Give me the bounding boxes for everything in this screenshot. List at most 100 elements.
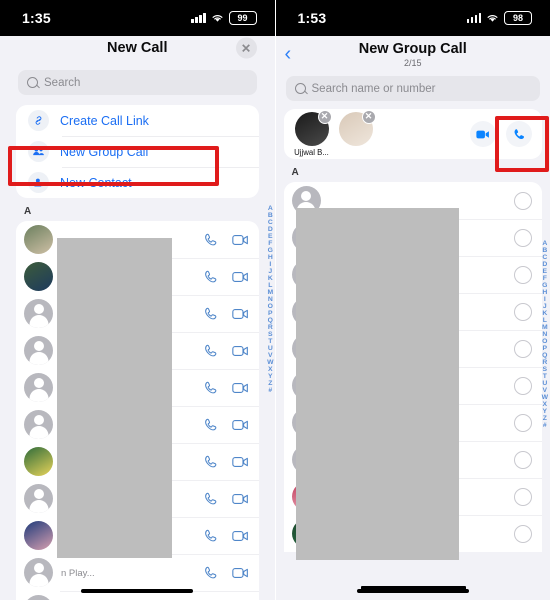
selection-checkbox[interactable] [514, 265, 532, 284]
video-camera-icon[interactable] [231, 308, 249, 320]
alphabet-index-letter[interactable]: R [268, 324, 273, 331]
alphabet-index-letter[interactable]: N [268, 296, 273, 303]
alphabet-index-letter[interactable]: J [543, 303, 547, 310]
alphabet-index-letter[interactable]: H [542, 289, 547, 296]
phone-icon[interactable] [204, 381, 218, 395]
alphabet-index-letter[interactable]: O [268, 303, 273, 310]
alphabet-index-letter[interactable]: S [268, 331, 273, 338]
alphabet-index-letter[interactable]: W [267, 359, 273, 366]
alphabet-index-letter[interactable]: P [543, 345, 548, 352]
selection-checkbox[interactable] [514, 191, 532, 210]
selection-checkbox[interactable] [514, 524, 532, 543]
alphabet-index[interactable]: A B C D E F G H I J K L M N O P Q R S T U V W X Y Z # [267, 205, 273, 394]
search-input[interactable]: Search name or number [285, 76, 540, 101]
selection-checkbox[interactable] [514, 228, 532, 247]
alphabet-index-letter[interactable]: M [267, 289, 273, 296]
alphabet-index-letter[interactable]: S [543, 366, 548, 373]
alphabet-index-letter[interactable]: K [542, 310, 547, 317]
contact-row[interactable]: n Play... [16, 554, 259, 591]
video-camera-icon[interactable] [231, 345, 249, 357]
selection-checkbox[interactable] [514, 339, 532, 358]
video-call-button[interactable] [470, 121, 496, 147]
phone-icon[interactable] [204, 233, 218, 247]
video-camera-icon[interactable] [231, 271, 249, 283]
video-camera-icon[interactable] [231, 382, 249, 394]
alphabet-index[interactable]: A B C D E F G H I J K L M N O P Q R S T U V W X Y Z # [542, 240, 548, 429]
alphabet-index-letter[interactable]: V [543, 387, 548, 394]
alphabet-index-letter[interactable]: # [268, 387, 272, 394]
alphabet-index-letter[interactable]: X [543, 401, 548, 408]
alphabet-index-letter[interactable]: A [542, 240, 547, 247]
selected-chip-list[interactable]: ✕ Ujjwal B... ✕ [293, 109, 471, 157]
alphabet-index-letter[interactable]: I [544, 296, 546, 303]
remove-chip-icon[interactable]: ✕ [317, 109, 332, 124]
alphabet-index-letter[interactable]: H [268, 254, 273, 261]
video-camera-icon[interactable] [231, 493, 249, 505]
alphabet-index-letter[interactable]: K [268, 275, 273, 282]
search-input[interactable]: Search [18, 70, 257, 95]
alphabet-index-letter[interactable]: X [268, 366, 273, 373]
alphabet-index-letter[interactable]: B [542, 247, 547, 254]
close-icon[interactable]: ✕ [235, 37, 257, 59]
alphabet-index-letter[interactable]: W [542, 394, 548, 401]
alphabet-index-letter[interactable]: Z [543, 415, 547, 422]
create-call-link-button[interactable]: Create Call Link [16, 105, 259, 136]
new-group-call-button[interactable]: New Group Call [16, 136, 259, 167]
alphabet-index-letter[interactable]: V [268, 352, 273, 359]
alphabet-index-letter[interactable]: A [268, 205, 273, 212]
alphabet-index-letter[interactable]: Y [543, 408, 548, 415]
phone-icon[interactable] [204, 418, 218, 432]
alphabet-index-letter[interactable]: Y [268, 373, 273, 380]
alphabet-index-letter[interactable]: C [542, 254, 547, 261]
selection-checkbox[interactable] [514, 302, 532, 321]
phone-icon[interactable] [204, 307, 218, 321]
alphabet-index-letter[interactable]: N [542, 331, 547, 338]
alphabet-index-letter[interactable]: P [268, 310, 273, 317]
new-contact-button[interactable]: New Contact [16, 167, 259, 198]
video-camera-icon[interactable] [231, 530, 249, 542]
alphabet-index-letter[interactable]: G [542, 282, 547, 289]
alphabet-index-letter[interactable]: Q [268, 317, 273, 324]
video-camera-icon[interactable] [231, 419, 249, 431]
selection-checkbox[interactable] [514, 450, 532, 469]
alphabet-index-letter[interactable]: E [543, 268, 548, 275]
alphabet-index-letter[interactable]: Q [542, 352, 547, 359]
alphabet-index-letter[interactable]: T [543, 373, 547, 380]
alphabet-index-letter[interactable]: G [268, 247, 273, 254]
alphabet-index-letter[interactable]: O [542, 338, 547, 345]
selection-checkbox[interactable] [514, 487, 532, 506]
voice-call-button[interactable] [506, 121, 532, 147]
alphabet-index-letter[interactable]: F [543, 275, 547, 282]
alphabet-index-letter[interactable]: T [268, 338, 272, 345]
alphabet-index-letter[interactable]: D [542, 261, 547, 268]
alphabet-index-letter[interactable]: Z [268, 380, 272, 387]
phone-icon[interactable] [204, 566, 218, 580]
alphabet-index-letter[interactable]: M [542, 324, 548, 331]
video-camera-icon[interactable] [231, 567, 249, 579]
alphabet-index-letter[interactable]: # [543, 422, 547, 429]
selected-contact-chip[interactable]: ✕ [337, 109, 376, 157]
alphabet-index-letter[interactable]: U [542, 380, 547, 387]
selected-contact-chip[interactable]: ✕ Ujjwal B... [293, 109, 332, 157]
phone-icon[interactable] [204, 529, 218, 543]
video-camera-icon[interactable] [231, 234, 249, 246]
alphabet-index-letter[interactable]: B [268, 212, 273, 219]
alphabet-index-letter[interactable]: C [268, 219, 273, 226]
selection-checkbox[interactable] [514, 376, 532, 395]
phone-icon[interactable] [204, 270, 218, 284]
remove-chip-icon[interactable]: ✕ [361, 109, 376, 124]
video-camera-icon[interactable] [231, 456, 249, 468]
alphabet-index-letter[interactable]: I [269, 261, 271, 268]
phone-icon[interactable] [204, 455, 218, 469]
back-chevron-icon[interactable]: ‹ [285, 44, 292, 64]
alphabet-index-letter[interactable]: R [542, 359, 547, 366]
alphabet-index-letter[interactable]: J [268, 268, 272, 275]
alphabet-index-letter[interactable]: F [268, 240, 272, 247]
alphabet-index-letter[interactable]: L [543, 317, 547, 324]
selection-checkbox[interactable] [514, 413, 532, 432]
alphabet-index-letter[interactable]: D [268, 226, 273, 233]
alphabet-index-letter[interactable]: U [268, 345, 273, 352]
alphabet-index-letter[interactable]: L [268, 282, 272, 289]
phone-icon[interactable] [204, 492, 218, 506]
alphabet-index-letter[interactable]: E [268, 233, 273, 240]
